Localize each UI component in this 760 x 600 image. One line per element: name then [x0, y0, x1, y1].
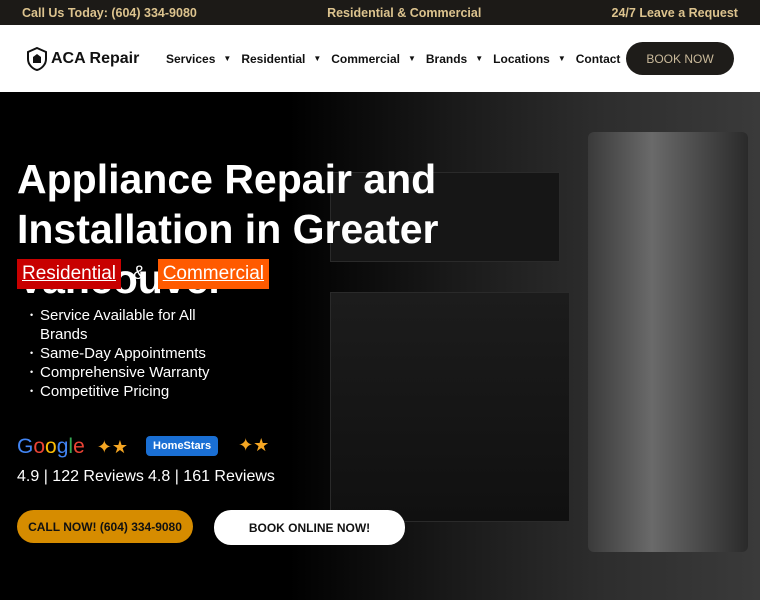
nav-item-residential[interactable]: Residential ▼ — [241, 52, 321, 66]
house-shield-icon — [27, 46, 47, 71]
caret-down-icon: ▼ — [313, 54, 322, 63]
caret-down-icon: ▼ — [407, 54, 416, 63]
nav-item-services[interactable]: Services ▼ — [166, 52, 231, 66]
feature-item: Service Available for All Brands — [30, 306, 230, 344]
service-tags: Residential & Commercial — [17, 259, 270, 289]
feature-item: Comprehensive Warranty — [30, 363, 230, 382]
top-bar: Call Us Today: (604) 334-9080 Residentia… — [0, 0, 760, 25]
google-logo: Google — [17, 435, 85, 458]
nav-item-label: Brands — [425, 51, 468, 66]
nav-item-label: Residential — [241, 51, 306, 66]
nav-item-label: Services — [166, 51, 216, 66]
nav-item-commercial[interactable]: Commercial ▼ — [331, 52, 416, 66]
nav-item-locations[interactable]: Locations ▼ — [493, 52, 566, 66]
residential-link[interactable]: Residential — [17, 259, 121, 289]
request-link[interactable]: 24/7 Leave a Request — [612, 6, 738, 20]
hero: Appliance Repair and Installation in Gre… — [0, 92, 760, 600]
homestars-rating: HomeStars ✦★ — [146, 435, 269, 456]
nav-item-brands[interactable]: Brands ▼ — [426, 52, 483, 66]
feature-item: Competitive Pricing — [30, 382, 230, 401]
homestars-reviews: 4.8 | 161 Reviews — [148, 468, 275, 485]
feature-list: Service Available for All Brands Same-Da… — [30, 306, 230, 401]
caret-down-icon: ▼ — [557, 54, 566, 63]
phone-link[interactable]: Call Us Today: (604) 334-9080 — [22, 6, 197, 20]
homestars-logo: HomeStars — [146, 435, 219, 456]
nav-menu: Services ▼ Residential ▼ Commercial ▼ Brands ▼ L… — [166, 52, 663, 66]
caret-down-icon: ▼ — [475, 54, 484, 63]
main-nav: ACA Repair Services ▼ Residential ▼ Commerci… — [0, 25, 760, 92]
google-rating: Google ✦★ — [17, 435, 128, 459]
topbar-tagline: Residential & Commercial — [327, 5, 482, 20]
nav-item-contact[interactable]: Contact — [576, 52, 621, 66]
book-online-button[interactable]: BOOK ONLINE NOW! — [214, 510, 405, 545]
google-reviews: 4.9 | 122 Reviews — [17, 468, 144, 485]
nav-item-label: Locations — [493, 51, 550, 66]
book-now-button[interactable]: BOOK NOW — [626, 42, 734, 75]
logo-text: ACA Repair — [51, 49, 140, 67]
nav-item-label: Contact — [575, 51, 621, 66]
caret-down-icon: ▼ — [223, 54, 232, 63]
commercial-link[interactable]: Commercial — [157, 259, 270, 289]
feature-item: Same-Day Appointments — [30, 344, 230, 363]
logo[interactable]: ACA Repair — [26, 46, 166, 71]
ampersand: & — [133, 263, 146, 284]
stars-icon: ✦★ — [238, 435, 270, 455]
call-now-button[interactable]: CALL NOW! (604) 334-9080 — [17, 510, 193, 543]
nav-item-label: Commercial — [331, 51, 400, 66]
stove-image — [330, 292, 570, 522]
stars-icon: ✦★ — [96, 436, 128, 457]
